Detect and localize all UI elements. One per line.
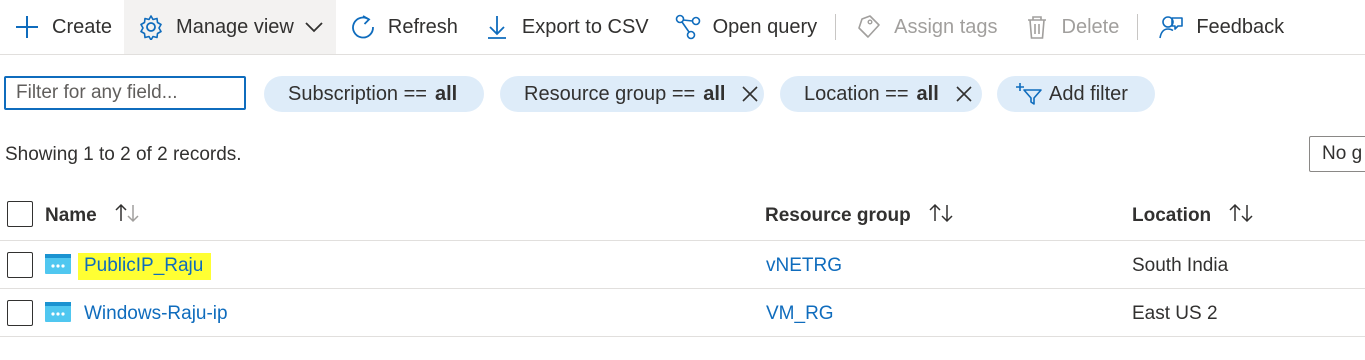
- public-ip-icon: [45, 254, 71, 274]
- gear-icon: [138, 14, 164, 40]
- create-label: Create: [52, 15, 113, 38]
- add-filter-label: Add filter: [1049, 82, 1128, 105]
- sort-icon: [1228, 203, 1254, 229]
- resource-name-link[interactable]: Windows-Raju-ip: [84, 303, 228, 324]
- resource-group-filter-value: all: [703, 82, 726, 105]
- manage-view-label: Manage view: [176, 15, 294, 38]
- resource-group-filter-pill[interactable]: Resource group == all: [500, 76, 764, 112]
- export-csv-button[interactable]: Export to CSV: [470, 0, 661, 54]
- manage-view-button[interactable]: Manage view: [124, 0, 336, 54]
- close-icon[interactable]: [741, 85, 759, 103]
- select-all-checkbox[interactable]: [7, 201, 33, 227]
- sort-icon: [928, 203, 954, 229]
- feedback-label: Feedback: [1196, 15, 1285, 38]
- delete-button[interactable]: Delete: [1010, 0, 1132, 54]
- location-cell: East US 2: [1132, 303, 1218, 324]
- filter-input[interactable]: [4, 76, 246, 110]
- resource-name[interactable]: PublicIP_Raju: [78, 253, 212, 280]
- location-filter-value: all: [916, 82, 939, 105]
- assign-tags-label: Assign tags: [894, 15, 998, 38]
- resources-table: Name Resource group Location PublicIP_Ra…: [0, 190, 1365, 337]
- export-csv-label: Export to CSV: [521, 15, 649, 38]
- resource-group-link[interactable]: VM_RG: [766, 303, 834, 325]
- row-checkbox[interactable]: [7, 300, 33, 326]
- table-row[interactable]: PublicIP_Raju vNETRG South India: [0, 241, 1365, 289]
- resource-name[interactable]: Windows-Raju-ip: [84, 303, 228, 325]
- plus-icon: [14, 14, 40, 40]
- sort-icon: [114, 203, 140, 229]
- assign-tags-button[interactable]: Assign tags: [842, 0, 1009, 54]
- subscription-filter-value: all: [434, 82, 458, 105]
- close-icon[interactable]: [955, 85, 973, 103]
- column-header-name[interactable]: Name: [45, 203, 140, 229]
- subscription-filter-label: Subscription ==: [288, 82, 427, 105]
- add-filter-icon: [1015, 82, 1043, 106]
- open-query-label: Open query: [712, 15, 818, 38]
- table-header: Name Resource group Location: [0, 190, 1365, 241]
- location-filter-label: Location ==: [804, 82, 909, 105]
- grouping-dropdown[interactable]: No g: [1309, 136, 1365, 172]
- command-bar: Create Manage view Refresh Export to CSV…: [0, 0, 1365, 55]
- download-icon: [484, 14, 510, 40]
- filter-bar: Subscription == all Resource group == al…: [0, 76, 1365, 114]
- public-ip-icon: [45, 302, 71, 322]
- column-header-location-label: Location: [1132, 205, 1212, 227]
- row-checkbox[interactable]: [7, 252, 33, 278]
- resource-group-link[interactable]: vNETRG: [766, 255, 842, 277]
- column-header-name-label: Name: [45, 205, 97, 227]
- column-header-resource-group-label: Resource group: [765, 205, 911, 227]
- add-filter-button[interactable]: Add filter: [997, 76, 1155, 112]
- column-header-location[interactable]: Location: [1132, 203, 1254, 229]
- resource-name-link[interactable]: PublicIP_Raju: [78, 253, 212, 280]
- subscription-filter-pill[interactable]: Subscription == all: [264, 76, 484, 112]
- toolbar-divider: [835, 14, 837, 40]
- refresh-label: Refresh: [387, 15, 458, 38]
- records-count: Showing 1 to 2 of 2 records.: [5, 144, 242, 165]
- location-filter-pill[interactable]: Location == all: [780, 76, 982, 112]
- delete-label: Delete: [1061, 15, 1120, 38]
- create-button[interactable]: Create: [0, 0, 124, 54]
- tag-icon: [856, 14, 882, 40]
- refresh-button[interactable]: Refresh: [336, 0, 470, 54]
- column-header-resource-group[interactable]: Resource group: [765, 203, 954, 229]
- table-row[interactable]: Windows-Raju-ip VM_RG East US 2: [0, 289, 1365, 337]
- chevron-down-icon: [304, 20, 324, 34]
- trash-icon: [1024, 14, 1050, 40]
- location-cell: South India: [1132, 255, 1229, 276]
- toolbar-divider: [1137, 14, 1139, 40]
- feedback-button[interactable]: Feedback: [1144, 0, 1296, 54]
- resource-group-filter-label: Resource group ==: [524, 82, 696, 105]
- query-icon: [675, 14, 701, 40]
- refresh-icon: [350, 14, 376, 40]
- feedback-icon: [1158, 14, 1184, 40]
- open-query-button[interactable]: Open query: [661, 0, 830, 54]
